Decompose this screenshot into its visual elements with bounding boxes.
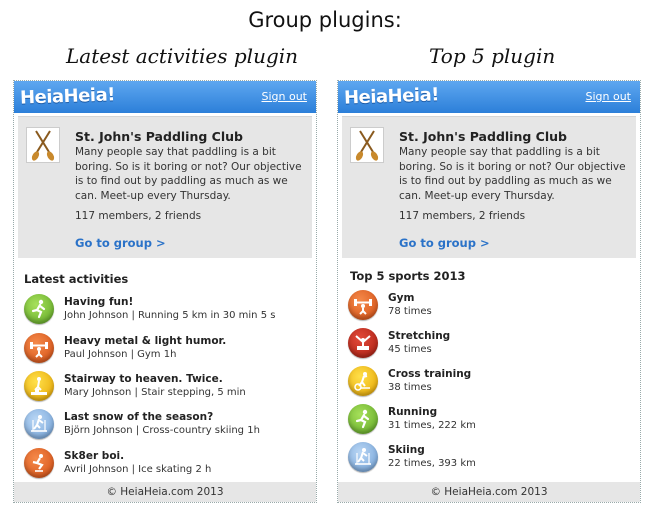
sport-name: Cross training	[388, 368, 472, 380]
sport-name: Running	[388, 406, 438, 418]
latest-activities-label: Latest activities plugin	[66, 44, 299, 68]
activity-detail: Paul Johnson | Gym 1h	[64, 349, 177, 360]
ice-skating-icon	[24, 448, 54, 478]
heiaheia-logo[interactable]: HeiaHeia!	[344, 84, 440, 108]
latest-activities-plugin: HeiaHeia! Sign out St. John's Paddling C…	[13, 80, 317, 503]
group-info: St. John's Paddling Club Many people say…	[342, 116, 636, 258]
sport-count: 78 times	[388, 306, 432, 317]
sport-name: Stretching	[388, 330, 451, 342]
activity-title: Sk8er boi.	[64, 450, 125, 462]
sport-count: 22 times, 393 km	[388, 458, 476, 469]
widget-footer: © HeiaHeia.com 2013	[14, 482, 316, 502]
heiaheia-logo[interactable]: HeiaHeia!	[20, 84, 116, 108]
group-description: Many people say that paddling is a bit b…	[75, 146, 302, 202]
go-to-group-link[interactable]: Go to group >	[75, 236, 166, 250]
skiing-icon	[348, 442, 378, 472]
group-name: St. John's Paddling Club	[75, 129, 243, 144]
gym-icon	[24, 333, 54, 363]
stair-stepping-icon	[24, 371, 54, 401]
sign-out-link[interactable]: Sign out	[585, 90, 631, 103]
group-description: Many people say that paddling is a bit b…	[399, 146, 626, 202]
sport-count: 31 times, 222 km	[388, 420, 476, 431]
paddle-icon	[26, 127, 60, 163]
widget-header: HeiaHeia! Sign out	[14, 81, 316, 113]
activity-title: Having fun!	[64, 296, 134, 308]
running-icon	[348, 404, 378, 434]
top5-title: Top 5 sports 2013	[350, 269, 466, 283]
group-members: 117 members, 2 friends	[75, 210, 202, 222]
sport-name: Skiing	[388, 444, 425, 456]
gym-icon	[348, 290, 378, 320]
widget-footer: © HeiaHeia.com 2013	[338, 482, 640, 502]
stretching-icon	[348, 328, 378, 358]
widget-header: HeiaHeia! Sign out	[338, 81, 640, 113]
latest-activities-title: Latest activities	[24, 272, 129, 286]
skiing-icon	[24, 409, 54, 439]
sport-count: 38 times	[388, 382, 432, 393]
paddle-icon	[350, 127, 384, 163]
running-icon	[24, 294, 54, 324]
group-info: St. John's Paddling Club Many people say…	[18, 116, 312, 258]
sport-name: Gym	[388, 292, 415, 304]
top5-plugin: HeiaHeia! Sign out St. John's Paddling C…	[337, 80, 641, 503]
top5-label: Top 5 plugin	[429, 44, 556, 68]
sport-count: 45 times	[388, 344, 432, 355]
sign-out-link[interactable]: Sign out	[261, 90, 307, 103]
activity-title: Last snow of the season?	[64, 411, 214, 423]
group-members: 117 members, 2 friends	[399, 210, 526, 222]
activity-detail: Mary Johnson | Stair stepping, 5 min	[64, 387, 246, 398]
activity-title: Heavy metal & light humor.	[64, 335, 227, 347]
activity-title: Stairway to heaven. Twice.	[64, 373, 223, 385]
activity-detail: Björn Johnson | Cross-country skiing 1h	[64, 425, 260, 436]
go-to-group-link[interactable]: Go to group >	[399, 236, 490, 250]
page-title: Group plugins:	[248, 8, 402, 32]
activity-detail: John Johnson | Running 5 km in 30 min 5 …	[64, 310, 276, 321]
cross-training-icon	[348, 366, 378, 396]
group-name: St. John's Paddling Club	[399, 129, 567, 144]
activity-detail: Avril Johnson | Ice skating 2 h	[64, 464, 212, 475]
